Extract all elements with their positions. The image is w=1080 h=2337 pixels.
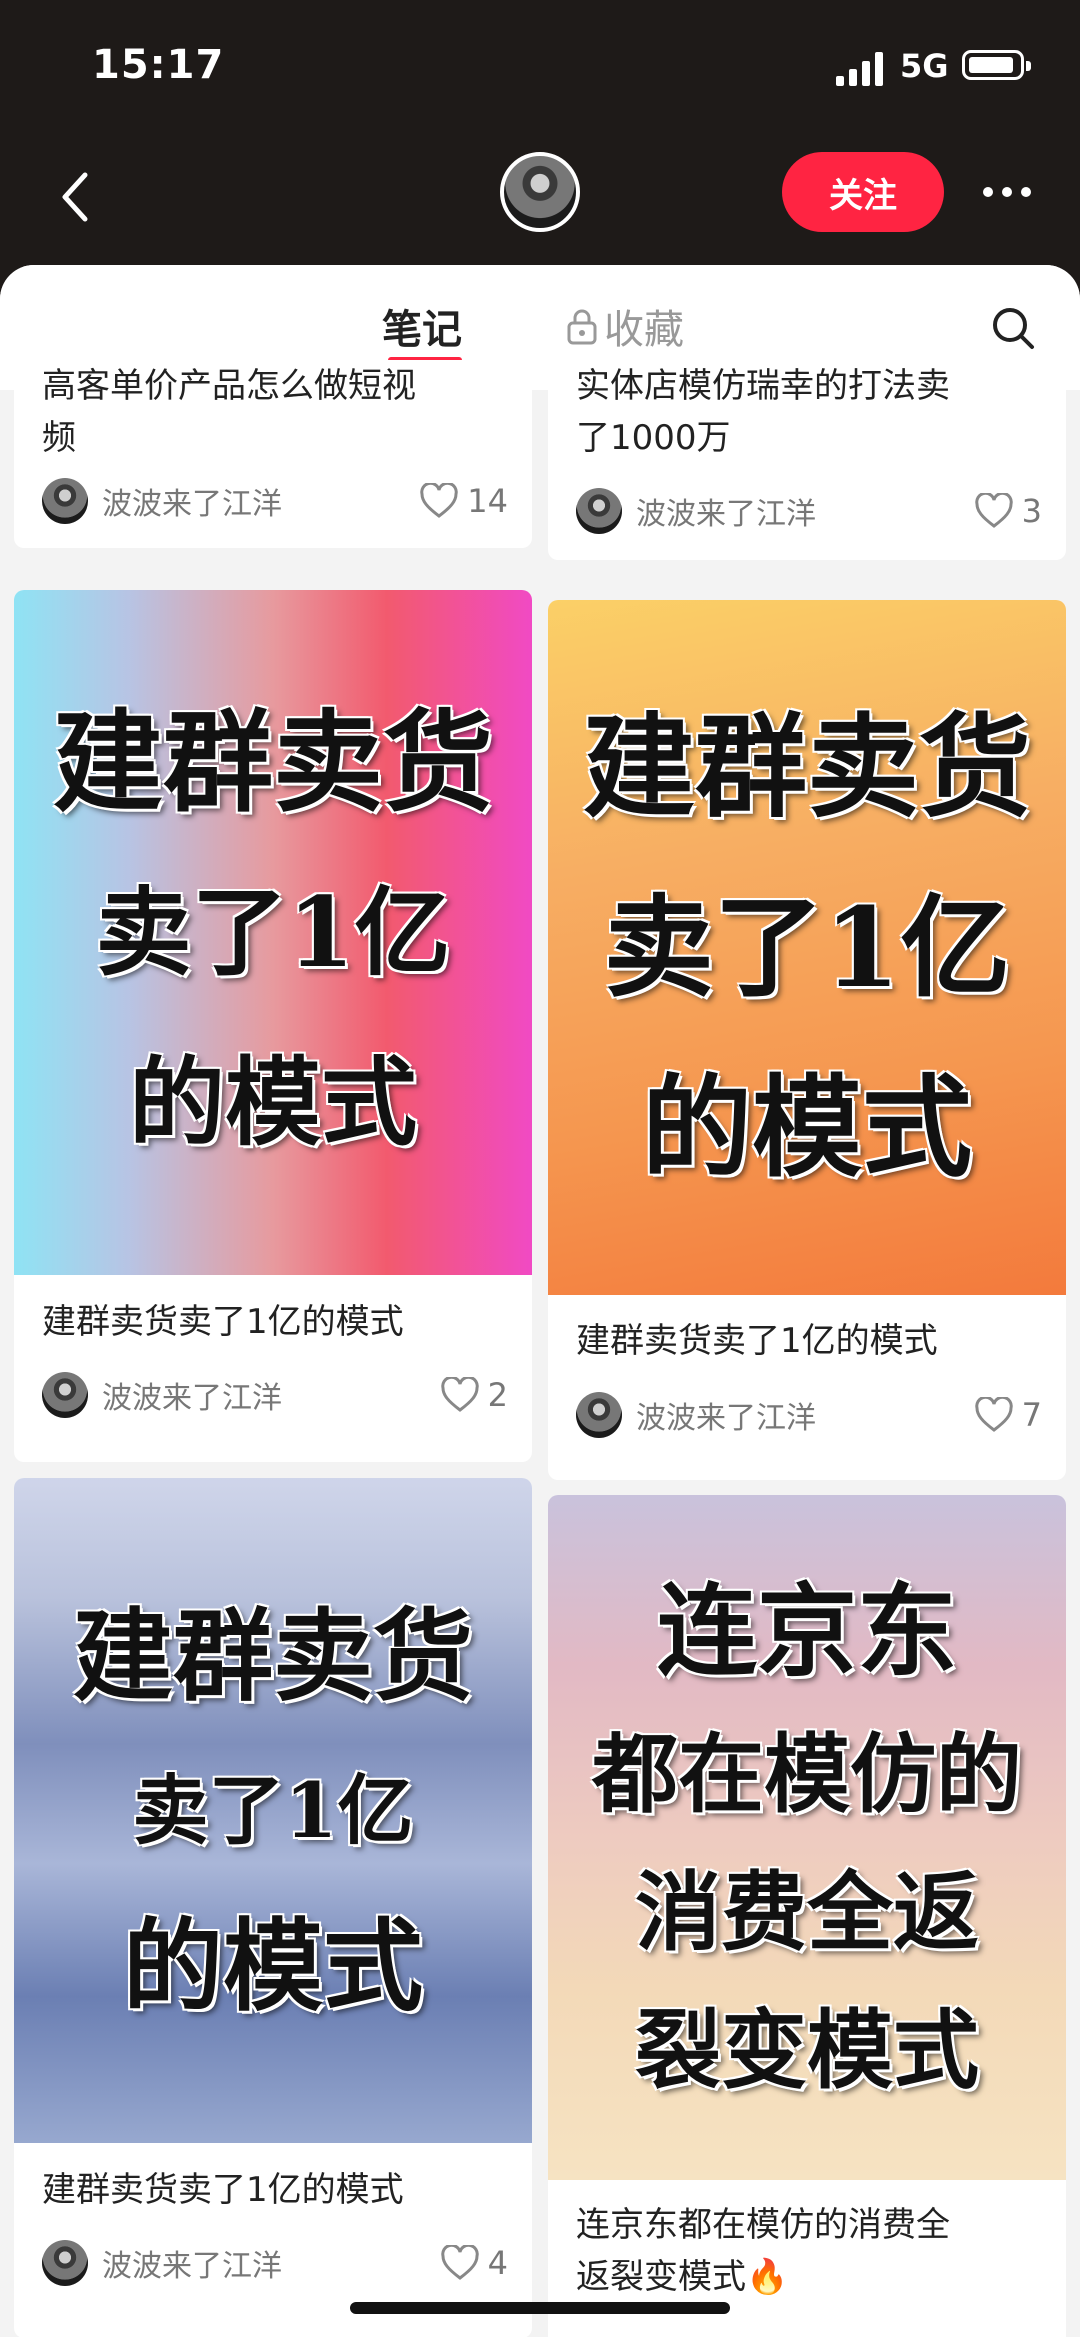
note-cover-image: 连京东 都在模仿的 消费全返 裂变模式	[548, 1495, 1066, 2180]
tab-notes[interactable]: 笔记	[382, 297, 462, 355]
cover-text-line: 卖了1亿	[603, 882, 1011, 1012]
top-bar: 15:17 5G 关注	[0, 0, 1080, 300]
tab-collections[interactable]: 收藏	[566, 297, 684, 355]
content-sheet: 笔记 收藏 高客单价产品怎么做短视 频 波波来了江洋 14 实体店模仿瑞幸的打法…	[0, 265, 1080, 2337]
note-title-line: 频	[42, 418, 76, 458]
like-button[interactable]: 7	[974, 1396, 1042, 1434]
note-card[interactable]: 建群卖货 卖了1亿 的模式 建群卖货卖了1亿的模式 波波来了江洋 7	[548, 600, 1066, 1480]
notes-grid: 高客单价产品怎么做短视 频 波波来了江洋 14 实体店模仿瑞幸的打法卖 了100…	[0, 360, 1080, 2337]
note-title: 建群卖货卖了1亿的模式	[576, 1315, 1042, 1367]
note-title-line: 了1000万	[576, 418, 731, 458]
more-options-button[interactable]	[972, 162, 1042, 222]
battery-icon	[962, 50, 1031, 80]
dot-icon	[983, 187, 993, 197]
note-title: 建群卖货卖了1亿的模式	[42, 2164, 508, 2216]
dot-icon	[1002, 187, 1012, 197]
dot-icon	[1021, 187, 1031, 197]
note-card[interactable]: 建群卖货 卖了1亿 的模式 建群卖货卖了1亿的模式 波波来了江洋 2	[14, 590, 532, 1462]
cover-text-line: 的模式	[123, 1906, 423, 2025]
like-button[interactable]: 14	[419, 482, 508, 520]
author-avatar	[42, 2240, 88, 2286]
search-icon[interactable]	[990, 305, 1036, 351]
author-name: 波波来了江洋	[636, 497, 816, 532]
cover-text-line: 的模式	[642, 1062, 972, 1192]
cover-text-line: 卖了1亿	[132, 1765, 414, 1855]
note-title: 高客单价产品怎么做短视 频	[42, 360, 508, 464]
note-meta: 波波来了江洋 14	[42, 476, 508, 526]
author-avatar	[42, 478, 88, 524]
author-name: 波波来了江洋	[102, 1381, 282, 1416]
signal-icon	[836, 52, 883, 86]
nav-row: 关注	[0, 140, 1080, 260]
home-indicator[interactable]	[350, 2302, 730, 2314]
like-count: 4	[487, 2244, 508, 2282]
cover-text-line: 建群卖货	[53, 697, 493, 827]
like-count: 3	[1021, 492, 1042, 530]
like-button[interactable]: 4	[440, 2244, 508, 2282]
heart-icon	[420, 483, 459, 518]
profile-avatar[interactable]	[500, 152, 580, 232]
note-card[interactable]: 高客单价产品怎么做短视 频 波波来了江洋 14	[14, 360, 532, 548]
cover-text-line: 建群卖货	[583, 701, 1031, 833]
like-count: 2	[487, 1376, 508, 1414]
heart-icon	[440, 1377, 479, 1412]
author-avatar	[576, 488, 622, 534]
tab-collections-label: 收藏	[604, 307, 684, 353]
note-card[interactable]: 实体店模仿瑞幸的打法卖 了1000万 波波来了江洋 3	[548, 360, 1066, 560]
cover-text-line: 裂变模式	[635, 1999, 979, 2101]
status-bar: 15:17 5G	[0, 0, 1080, 140]
network-type: 5G	[900, 47, 949, 85]
note-cover-image: 建群卖货 卖了1亿 的模式	[14, 590, 532, 1275]
note-card[interactable]: 建群卖货 卖了1亿 的模式 建群卖货卖了1亿的模式 波波来了江洋 4	[14, 1478, 532, 2337]
author-avatar	[42, 1372, 88, 1418]
like-count: 7	[1021, 1396, 1042, 1434]
cover-text-line: 卖了1亿	[95, 875, 451, 989]
note-meta: 波波来了江洋 4	[42, 2238, 508, 2288]
cover-text-line: 的模式	[129, 1045, 417, 1159]
cover-text-line: 建群卖货	[73, 1596, 473, 1715]
note-cover-image: 建群卖货 卖了1亿 的模式	[548, 600, 1066, 1295]
note-title-line: 建群卖货卖了1亿的模式	[42, 1302, 404, 1342]
author-name: 波波来了江洋	[102, 2249, 282, 2284]
like-button[interactable]: 2	[440, 1376, 508, 1414]
cover-text-line: 消费全返	[635, 1861, 979, 1963]
note-card[interactable]: 连京东 都在模仿的 消费全返 裂变模式 连京东都在模仿的消费全 返裂变模式🔥	[548, 1495, 1066, 2337]
author-name: 波波来了江洋	[102, 487, 282, 522]
like-count: 14	[467, 482, 508, 520]
status-time: 15:17	[92, 42, 225, 88]
note-title-line: 建群卖货卖了1亿的模式	[42, 2170, 404, 2210]
note-title: 连京东都在模仿的消费全 返裂变模式🔥	[576, 2199, 1042, 2303]
note-title-line: 实体店模仿瑞幸的打法卖	[576, 366, 950, 406]
note-title: 建群卖货卖了1亿的模式	[42, 1296, 508, 1348]
heart-icon	[974, 493, 1013, 528]
lock-icon	[567, 309, 597, 345]
note-title-line: 高客单价产品怎么做短视	[42, 366, 416, 406]
note-meta: 波波来了江洋 2	[42, 1370, 508, 1420]
back-button[interactable]	[44, 162, 104, 232]
cover-text-line: 连京东	[657, 1571, 957, 1690]
heart-icon	[440, 2245, 479, 2280]
chevron-left-icon	[62, 172, 88, 222]
note-title-line: 建群卖货卖了1亿的模式	[576, 1321, 938, 1361]
note-cover-image: 建群卖货 卖了1亿 的模式	[14, 1478, 532, 2143]
cover-text-line: 都在模仿的	[592, 1723, 1022, 1825]
author-avatar	[576, 1392, 622, 1438]
note-meta: 波波来了江洋 3	[576, 486, 1042, 536]
note-title-line: 返裂变模式🔥	[576, 2257, 789, 2297]
heart-icon	[974, 1397, 1013, 1432]
follow-button[interactable]: 关注	[782, 152, 944, 232]
note-meta: 波波来了江洋 7	[576, 1390, 1042, 1440]
like-button[interactable]: 3	[974, 492, 1042, 530]
note-title: 实体店模仿瑞幸的打法卖 了1000万	[576, 360, 1042, 464]
note-title-line: 连京东都在模仿的消费全	[576, 2205, 950, 2245]
author-name: 波波来了江洋	[636, 1401, 816, 1436]
